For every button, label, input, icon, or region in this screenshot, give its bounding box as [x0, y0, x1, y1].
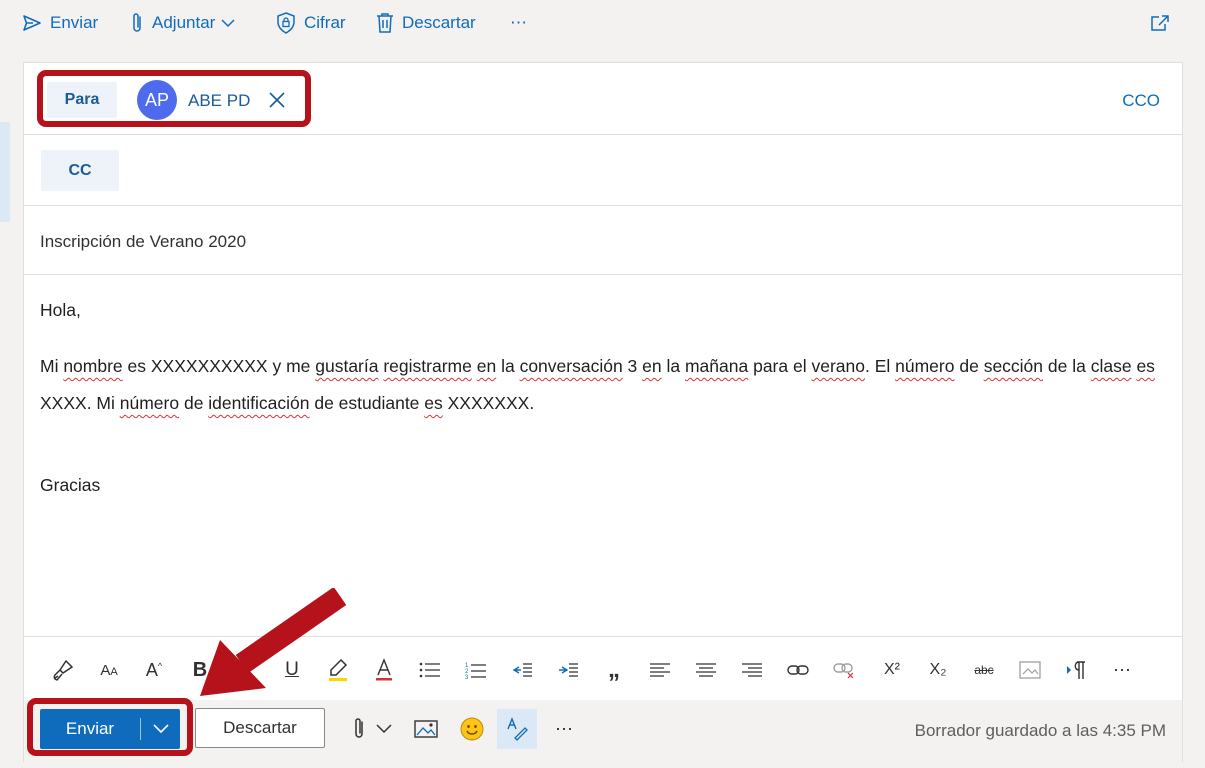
- align-right-button[interactable]: [739, 657, 765, 683]
- format-painter-button[interactable]: [50, 657, 76, 683]
- compose-window: Enviar Adjuntar Cifrar Descartar ⋯ Para: [0, 0, 1205, 768]
- align-left-icon: [650, 663, 670, 677]
- avatar-initials: AP: [144, 89, 169, 110]
- strikethrough-button[interactable]: abc: [971, 657, 997, 683]
- insert-link-button[interactable]: [785, 657, 811, 683]
- action-bar: Enviar Descartar ⋯ Borrador guardado a l…: [24, 700, 1182, 762]
- more-formatting-icon: ⋯: [1113, 659, 1131, 680]
- emoji-button[interactable]: [458, 713, 486, 745]
- quote-button[interactable]: „: [601, 656, 627, 683]
- numbered-list-icon: 123: [465, 663, 486, 679]
- draft-saved-status: Borrador guardado a las 4:35 PM: [914, 721, 1166, 740]
- align-center-icon: [696, 663, 716, 677]
- more-commands-button[interactable]: ⋯: [510, 8, 527, 38]
- more-actions-button[interactable]: ⋯: [550, 713, 578, 745]
- encrypt-command-label: Cifrar: [304, 13, 346, 32]
- bullets-button[interactable]: [417, 657, 443, 683]
- editor-pen-icon: [507, 717, 528, 741]
- attach-command-label: Adjuntar: [152, 13, 216, 32]
- image-placeholder-icon: [1019, 661, 1041, 679]
- cc-button-label: CC: [68, 161, 92, 179]
- attach-button[interactable]: [348, 713, 370, 745]
- superscript-button[interactable]: X²: [879, 657, 905, 683]
- discard-command[interactable]: Descartar: [376, 8, 476, 38]
- font-color-icon: [376, 658, 392, 681]
- quote-icon: „: [608, 656, 620, 683]
- discard-command-label: Descartar: [402, 13, 476, 32]
- pop-out-button[interactable]: [1150, 8, 1178, 38]
- to-row: Para AP ABE PD CCO: [24, 63, 1182, 135]
- paperclip-icon: [133, 13, 141, 32]
- send-command-label: Enviar: [50, 13, 99, 32]
- font-size-icon: AA: [100, 661, 118, 679]
- outdent-icon: [512, 663, 532, 677]
- unlink-icon: [833, 663, 854, 678]
- insert-picture-button[interactable]: [412, 713, 440, 745]
- more-actions-icon: ⋯: [555, 718, 573, 739]
- annotation-arrow-icon: [200, 588, 347, 696]
- avatar: AP: [137, 80, 177, 120]
- encrypt-command[interactable]: Cifrar: [276, 8, 346, 38]
- grow-font-button[interactable]: A^: [141, 657, 167, 683]
- font-size-button[interactable]: AA: [96, 657, 122, 683]
- send-button-label: Enviar: [65, 719, 115, 738]
- send-options-button[interactable]: [141, 724, 180, 734]
- body-paragraph: Mi nombre es XXXXXXXXXX y me gustaría re…: [40, 356, 1155, 413]
- bullet-list-icon: [419, 662, 440, 678]
- align-center-button[interactable]: [693, 657, 719, 683]
- bcc-button[interactable]: CCO: [1122, 91, 1160, 111]
- paintbrush-icon: [53, 659, 74, 681]
- attach-command[interactable]: Adjuntar: [130, 8, 243, 38]
- superscript-icon: X²: [884, 661, 900, 678]
- svg-text:3: 3: [465, 675, 469, 679]
- subject-row[interactable]: Inscripción de Verano 2020: [24, 206, 1182, 275]
- subject-field[interactable]: Inscripción de Verano 2020: [40, 232, 246, 252]
- strikethrough-icon: abc: [974, 663, 994, 677]
- send-button[interactable]: Enviar: [40, 709, 180, 749]
- editor-button[interactable]: [497, 709, 537, 749]
- grow-font-icon: A^: [145, 659, 163, 680]
- recipient-name[interactable]: ABE PD: [188, 91, 250, 111]
- text-direction-button[interactable]: [1063, 657, 1089, 683]
- link-icon: [787, 665, 809, 675]
- to-button-label: Para: [64, 91, 100, 108]
- close-icon[interactable]: [268, 91, 286, 109]
- chevron-down-icon: [376, 724, 392, 734]
- chevron-down-icon: [221, 18, 235, 27]
- to-button[interactable]: Para: [47, 82, 117, 118]
- command-bar: Enviar Adjuntar Cifrar Descartar ⋯: [0, 0, 1205, 46]
- font-color-button[interactable]: [371, 657, 397, 683]
- subscript-button[interactable]: X₂: [925, 657, 951, 683]
- discard-button-label: Descartar: [223, 718, 297, 737]
- body-closing: Gracias: [40, 475, 101, 495]
- indent-icon: [559, 663, 578, 677]
- reading-pane-edge: [0, 122, 10, 222]
- more-commands-label: ⋯: [510, 13, 527, 32]
- numbering-button[interactable]: 123: [463, 657, 489, 683]
- pop-out-icon: [1151, 15, 1169, 31]
- attach-options-button[interactable]: [374, 713, 394, 745]
- send-icon: [23, 15, 41, 31]
- cc-button[interactable]: CC: [41, 150, 119, 191]
- more-formatting-button[interactable]: ⋯: [1109, 657, 1135, 683]
- body-greeting: Hola,: [40, 300, 81, 320]
- subscript-icon: X₂: [929, 661, 947, 678]
- paperclip-icon: [355, 718, 363, 738]
- align-left-button[interactable]: [647, 657, 673, 683]
- insert-table-button[interactable]: [1017, 657, 1043, 683]
- discard-button[interactable]: Descartar: [195, 708, 325, 748]
- chevron-down-icon: [152, 724, 169, 734]
- paragraph-direction-icon: [1067, 661, 1085, 679]
- send-command[interactable]: Enviar: [22, 8, 98, 38]
- align-right-icon: [742, 663, 762, 677]
- picture-icon: [414, 720, 438, 738]
- trash-icon: [377, 13, 393, 33]
- decrease-indent-button[interactable]: [509, 657, 535, 683]
- remove-link-button[interactable]: [831, 657, 857, 683]
- increase-indent-button[interactable]: [555, 657, 581, 683]
- cc-row: CC: [24, 135, 1182, 206]
- shield-icon: [277, 12, 295, 34]
- smiley-icon: [460, 717, 484, 741]
